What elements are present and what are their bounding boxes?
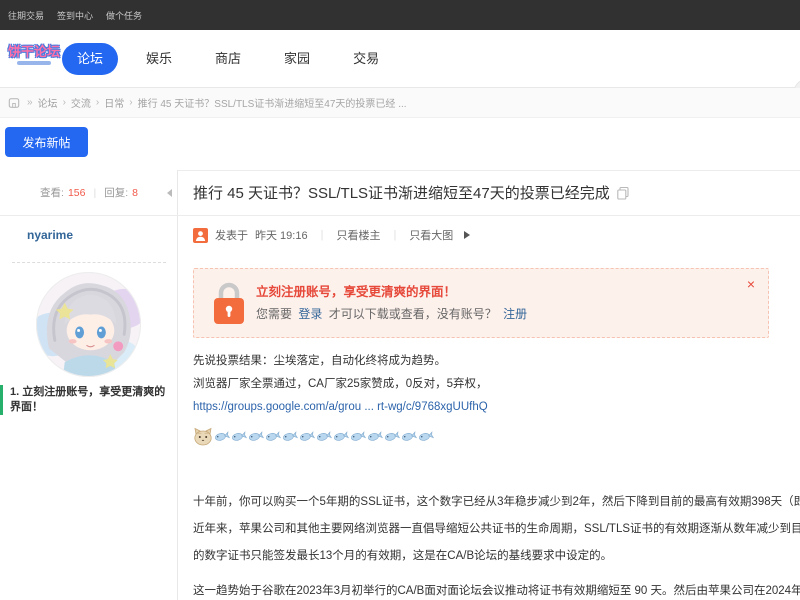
breadcrumb-sep: › — [96, 97, 99, 108]
topbar-link-past-trades[interactable]: 往期交易 — [8, 9, 44, 22]
top-utility-bar: 往期交易 签到中心 做个任务 — [0, 0, 800, 30]
breadcrumb-sep: › — [129, 97, 132, 108]
replies-label: 回复: — [104, 185, 128, 200]
site-logo[interactable]: 饼干论坛 — [4, 41, 64, 79]
title-underline — [0, 215, 800, 216]
post-line: 近年来，苹果公司和其他主要网络浏览器一直倡导缩短公共证书的生命周期，SSL/TL… — [193, 516, 800, 543]
post-paragraph-history: 十年前，你可以购买一个5年期的SSL证书，这个数字已经从3年稳步减少到2年，然后… — [193, 489, 800, 570]
fish-emoji — [231, 429, 247, 444]
register-notice-box: 立刻注册账号，享受更清爽的界面！ 您需要 登录 才可以下载或查看，没有账号？ 注… — [193, 268, 769, 338]
meta-divider: | — [393, 229, 396, 241]
lock-icon — [212, 280, 246, 326]
main-nav: 饼干论坛 论坛 娱乐 商店 家园 交易 — [0, 30, 800, 88]
posted-time: 昨天 19:16 — [255, 227, 308, 243]
fish-emoji — [367, 429, 383, 444]
author-avatar[interactable] — [35, 271, 142, 378]
fish-emoji — [248, 429, 264, 444]
notice-title: 立刻注册账号，享受更清爽的界面！ — [256, 281, 456, 300]
replies-count: 8 — [132, 187, 138, 199]
login-link[interactable]: 登录 — [298, 307, 322, 321]
author-sidebar: 查看: 156 | 回复: 8 nyarime — [0, 170, 178, 600]
fish-emoji — [333, 429, 349, 444]
home-icon[interactable] — [8, 97, 20, 109]
post-body: 先说投票结果：尘埃落定，自动化终将成为趋势。 浏览器厂家全票通过，CA厂家25家… — [193, 350, 800, 600]
breadcrumb-forum[interactable]: 论坛 — [38, 95, 58, 110]
notice-mid: 才可以下载或查看，没有账号？ — [329, 307, 497, 321]
thread-main: 推行 45 天证书？SSL/TLS证书渐进缩短至47天的投票已经完成 发表于 昨… — [179, 170, 800, 600]
breadcrumb-section[interactable]: 交流 — [71, 95, 91, 110]
sidebar-collapse-arrow-icon[interactable] — [167, 189, 172, 197]
fish-emoji — [401, 429, 417, 444]
fish-emoji — [299, 429, 315, 444]
thread-title: 推行 45 天证书？SSL/TLS证书渐进缩短至47天的投票已经完成 — [193, 182, 610, 203]
fish-emoji — [316, 429, 332, 444]
meta-divider: | — [321, 229, 324, 241]
only-author-link[interactable]: 只看楼主 — [336, 227, 380, 243]
author-username[interactable]: nyarime — [27, 228, 73, 242]
fish-emoji — [350, 429, 366, 444]
google-groups-link[interactable]: https://groups.google.com/a/grou ... rt-… — [193, 401, 488, 413]
topbar-link-checkin[interactable]: 签到中心 — [57, 9, 93, 22]
breadcrumb-sep: » — [27, 97, 33, 108]
post-line: 的数字证书只能签发最长13个月的有效期，这是在CA/B论坛的基线要求中设定的。 — [193, 543, 800, 570]
meta-next-arrow-icon[interactable] — [464, 231, 470, 239]
nav-tabs: 论坛 娱乐 商店 家园 交易 — [62, 30, 407, 88]
tab-home[interactable]: 家园 — [269, 43, 325, 75]
breadcrumb-sep: › — [63, 97, 66, 108]
tab-shop[interactable]: 商店 — [200, 43, 256, 75]
views-label: 查看: — [40, 185, 64, 200]
fish-emoji — [265, 429, 281, 444]
tab-trade[interactable]: 交易 — [338, 43, 394, 75]
fish-emoji — [418, 429, 434, 444]
breadcrumb-subsection[interactable]: 日常 — [104, 95, 124, 110]
fish-emoji — [282, 429, 298, 444]
only-images-link[interactable]: 只看大图 — [409, 227, 453, 243]
tab-forum[interactable]: 论坛 — [62, 43, 118, 75]
breadcrumb-current: 推行 45 天证书？SSL/TLS证书渐进缩短至47天的投票已经 ... — [138, 95, 407, 110]
cat-emoji — [193, 427, 213, 446]
forum-page: 往期交易 签到中心 做个任务 饼干论坛 论坛 娱乐 商店 家园 交易 » 论坛 … — [0, 0, 800, 600]
post-line: 十年前，你可以购买一个5年期的SSL证书，这个数字已经从3年稳步减少到2年，然后… — [193, 489, 800, 516]
breadcrumb: » 论坛 › 交流 › 日常 › 推行 45 天证书？SSL/TLS证书渐进缩短… — [0, 88, 800, 118]
post-line-result: 先说投票结果：尘埃落定，自动化终将成为趋势。 — [193, 350, 800, 373]
close-icon[interactable]: × — [747, 277, 755, 291]
sidebar-signature-note: 1. 立刻注册账号，享受更清爽的界面！ — [0, 385, 174, 415]
fish-emoji — [384, 429, 400, 444]
site-logo-text: 饼干论坛 — [4, 41, 64, 60]
post-line-votes: 浏览器厂家全票通过，CA厂家25家赞成，0反对，5弃权， — [193, 373, 800, 396]
thread-stats: 查看: 156 | 回复: 8 — [0, 170, 178, 215]
new-post-button[interactable]: 发布新帖 — [5, 127, 88, 157]
posted-label: 发表于 — [215, 227, 248, 243]
topbar-link-tasks[interactable]: 做个任务 — [106, 9, 142, 22]
post-paragraph-trend: 这一趋势始于谷歌在2023年3月初举行的CA/B面对面论坛会议推动将证书有效期缩… — [193, 578, 800, 600]
post-meta-row: 发表于 昨天 19:16 | 只看楼主 | 只看大图 — [193, 227, 470, 243]
tab-entertainment[interactable]: 娱乐 — [131, 43, 187, 75]
register-link[interactable]: 注册 — [503, 307, 527, 321]
emoji-row — [193, 423, 800, 449]
thread-title-row: 推行 45 天证书？SSL/TLS证书渐进缩短至47天的投票已经完成 — [193, 182, 630, 203]
copy-icon[interactable] — [616, 186, 630, 200]
notice-text: 您需要 登录 才可以下载或查看，没有账号？ 注册 — [256, 305, 530, 322]
stats-divider: | — [93, 187, 96, 199]
notice-prefix: 您需要 — [256, 307, 292, 321]
views-count: 156 — [68, 187, 86, 199]
poster-icon — [193, 228, 208, 243]
sidebar-dashed-divider — [12, 262, 166, 263]
fish-emoji — [214, 429, 230, 444]
site-logo-tagline — [17, 61, 51, 65]
